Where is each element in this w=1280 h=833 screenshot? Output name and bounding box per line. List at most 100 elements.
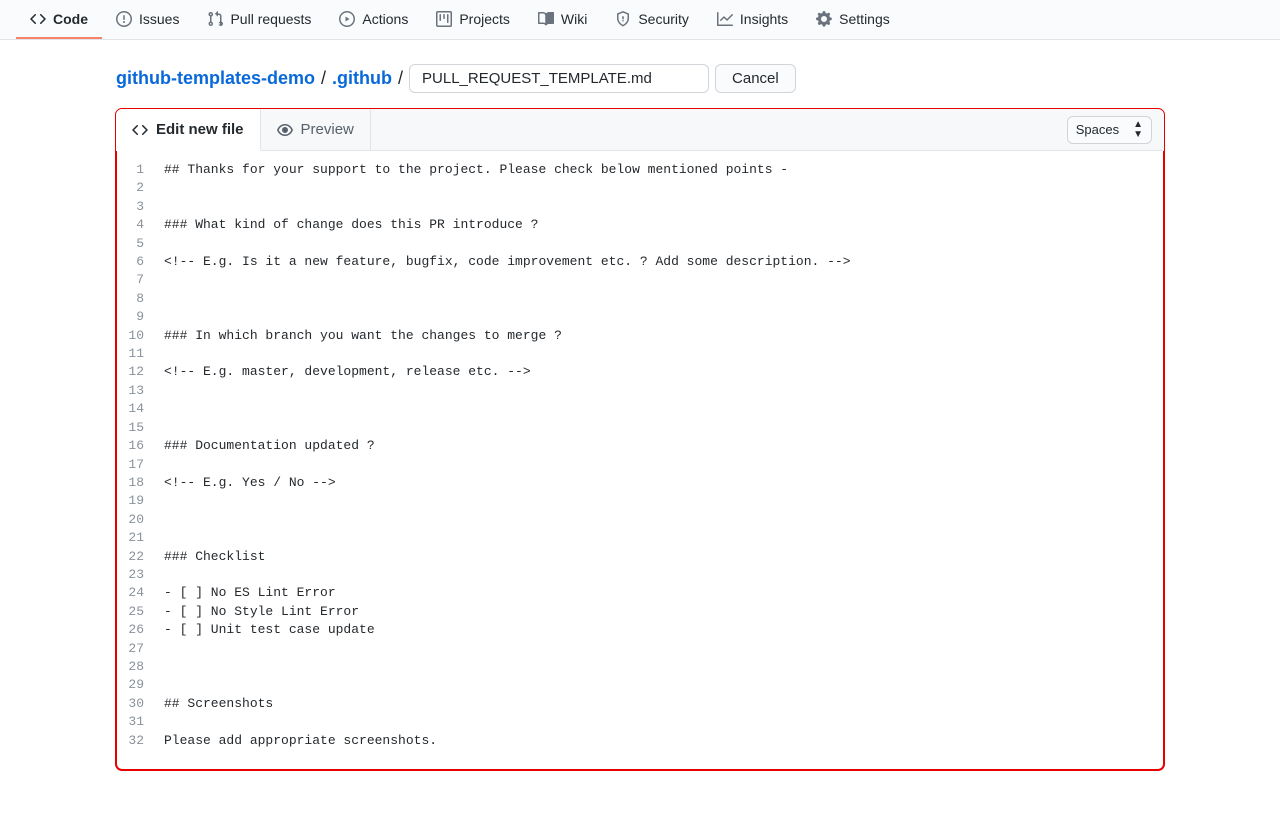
nav-settings[interactable]: Settings [802, 0, 904, 39]
nav-code[interactable]: Code [16, 0, 102, 39]
line-text [160, 511, 1164, 529]
line-text: - [ ] Unit test case update [160, 621, 1164, 639]
line-text: ### In which branch you want the changes… [160, 327, 1164, 345]
line-number: 23 [116, 566, 160, 584]
code-line: 1## Thanks for your support to the proje… [116, 161, 1164, 179]
code-line: 27 [116, 640, 1164, 658]
line-number: 31 [116, 713, 160, 731]
nav-actions[interactable]: Actions [325, 0, 422, 39]
line-number: 6 [116, 253, 160, 271]
line-number: 7 [116, 271, 160, 289]
code-line: 7 [116, 271, 1164, 289]
line-text: - [ ] No ES Lint Error [160, 584, 1164, 602]
line-number: 32 [116, 732, 160, 750]
nav-projects[interactable]: Projects [422, 0, 524, 39]
code-line: 24- [ ] No ES Lint Error [116, 584, 1164, 602]
breadcrumb: github-templates-demo / .github / Cancel [116, 64, 1164, 93]
updown-icon: ▲▼ [1133, 120, 1143, 140]
line-text [160, 235, 1164, 253]
line-text [160, 456, 1164, 474]
line-number: 29 [116, 676, 160, 694]
pr-icon [207, 11, 223, 27]
code-line: 30## Screenshots [116, 695, 1164, 713]
line-text [160, 658, 1164, 676]
breadcrumb-repo-link[interactable]: github-templates-demo [116, 68, 315, 89]
line-text [160, 290, 1164, 308]
nav-insights[interactable]: Insights [703, 0, 802, 39]
code-line: 16### Documentation updated ? [116, 437, 1164, 455]
code-line: 9 [116, 308, 1164, 326]
line-number: 21 [116, 529, 160, 547]
breadcrumb-sep: / [398, 68, 403, 89]
code-line: 6<!-- E.g. Is it a new feature, bugfix, … [116, 253, 1164, 271]
nav-wiki[interactable]: Wiki [524, 0, 601, 39]
nav-pull-requests[interactable]: Pull requests [193, 0, 325, 39]
code-line: 17 [116, 456, 1164, 474]
line-text [160, 419, 1164, 437]
line-text [160, 640, 1164, 658]
line-number: 30 [116, 695, 160, 713]
code-line: 11 [116, 345, 1164, 363]
line-number: 14 [116, 400, 160, 418]
code-icon [30, 11, 46, 27]
line-number: 19 [116, 492, 160, 510]
tab-label: Preview [301, 121, 354, 138]
line-number: 8 [116, 290, 160, 308]
code-icon [132, 122, 148, 138]
nav-label: Code [53, 11, 88, 27]
cancel-button[interactable]: Cancel [715, 64, 796, 93]
line-text [160, 271, 1164, 289]
filename-input[interactable] [409, 64, 709, 93]
line-text: ## Thanks for your support to the projec… [160, 161, 1164, 179]
line-text [160, 345, 1164, 363]
projects-icon [436, 11, 452, 27]
line-number: 2 [116, 179, 160, 197]
line-text [160, 198, 1164, 216]
code-line: 13 [116, 382, 1164, 400]
code-line: 29 [116, 676, 1164, 694]
security-icon [615, 11, 631, 27]
actions-icon [339, 11, 355, 27]
line-number: 10 [116, 327, 160, 345]
line-text [160, 713, 1164, 731]
line-number: 18 [116, 474, 160, 492]
nav-issues[interactable]: Issues [102, 0, 193, 39]
line-text [160, 492, 1164, 510]
tab-preview[interactable]: Preview [261, 109, 371, 150]
indent-mode-select[interactable]: Spaces ▲▼ [1067, 116, 1152, 144]
nav-label: Wiki [561, 11, 587, 27]
code-editor[interactable]: 1## Thanks for your support to the proje… [116, 151, 1164, 770]
line-text: ### Documentation updated ? [160, 437, 1164, 455]
code-line: 5 [116, 235, 1164, 253]
line-text [160, 400, 1164, 418]
line-number: 9 [116, 308, 160, 326]
line-text [160, 382, 1164, 400]
line-text: <!-- E.g. master, development, release e… [160, 363, 1164, 381]
nav-label: Projects [459, 11, 510, 27]
line-number: 15 [116, 419, 160, 437]
line-number: 16 [116, 437, 160, 455]
line-text: ## Screenshots [160, 695, 1164, 713]
code-line: 20 [116, 511, 1164, 529]
line-text: ### Checklist [160, 548, 1164, 566]
breadcrumb-folder-link[interactable]: .github [332, 68, 392, 89]
code-line: 25- [ ] No Style Lint Error [116, 603, 1164, 621]
editor-tab-row: Edit new file Preview Spaces ▲▼ [116, 109, 1164, 151]
insights-icon [717, 11, 733, 27]
nav-label: Settings [839, 11, 890, 27]
code-line: 23 [116, 566, 1164, 584]
code-line: 18<!-- E.g. Yes / No --> [116, 474, 1164, 492]
nav-security[interactable]: Security [601, 0, 703, 39]
nav-label: Actions [362, 11, 408, 27]
code-line: 2 [116, 179, 1164, 197]
tab-edit-new-file[interactable]: Edit new file [116, 109, 261, 151]
line-number: 28 [116, 658, 160, 676]
code-line: 21 [116, 529, 1164, 547]
code-line: 4### What kind of change does this PR in… [116, 216, 1164, 234]
line-text [160, 676, 1164, 694]
eye-icon [277, 122, 293, 138]
indent-mode-label: Spaces [1076, 122, 1119, 137]
wiki-icon [538, 11, 554, 27]
code-line: 26- [ ] Unit test case update [116, 621, 1164, 639]
line-text [160, 179, 1164, 197]
